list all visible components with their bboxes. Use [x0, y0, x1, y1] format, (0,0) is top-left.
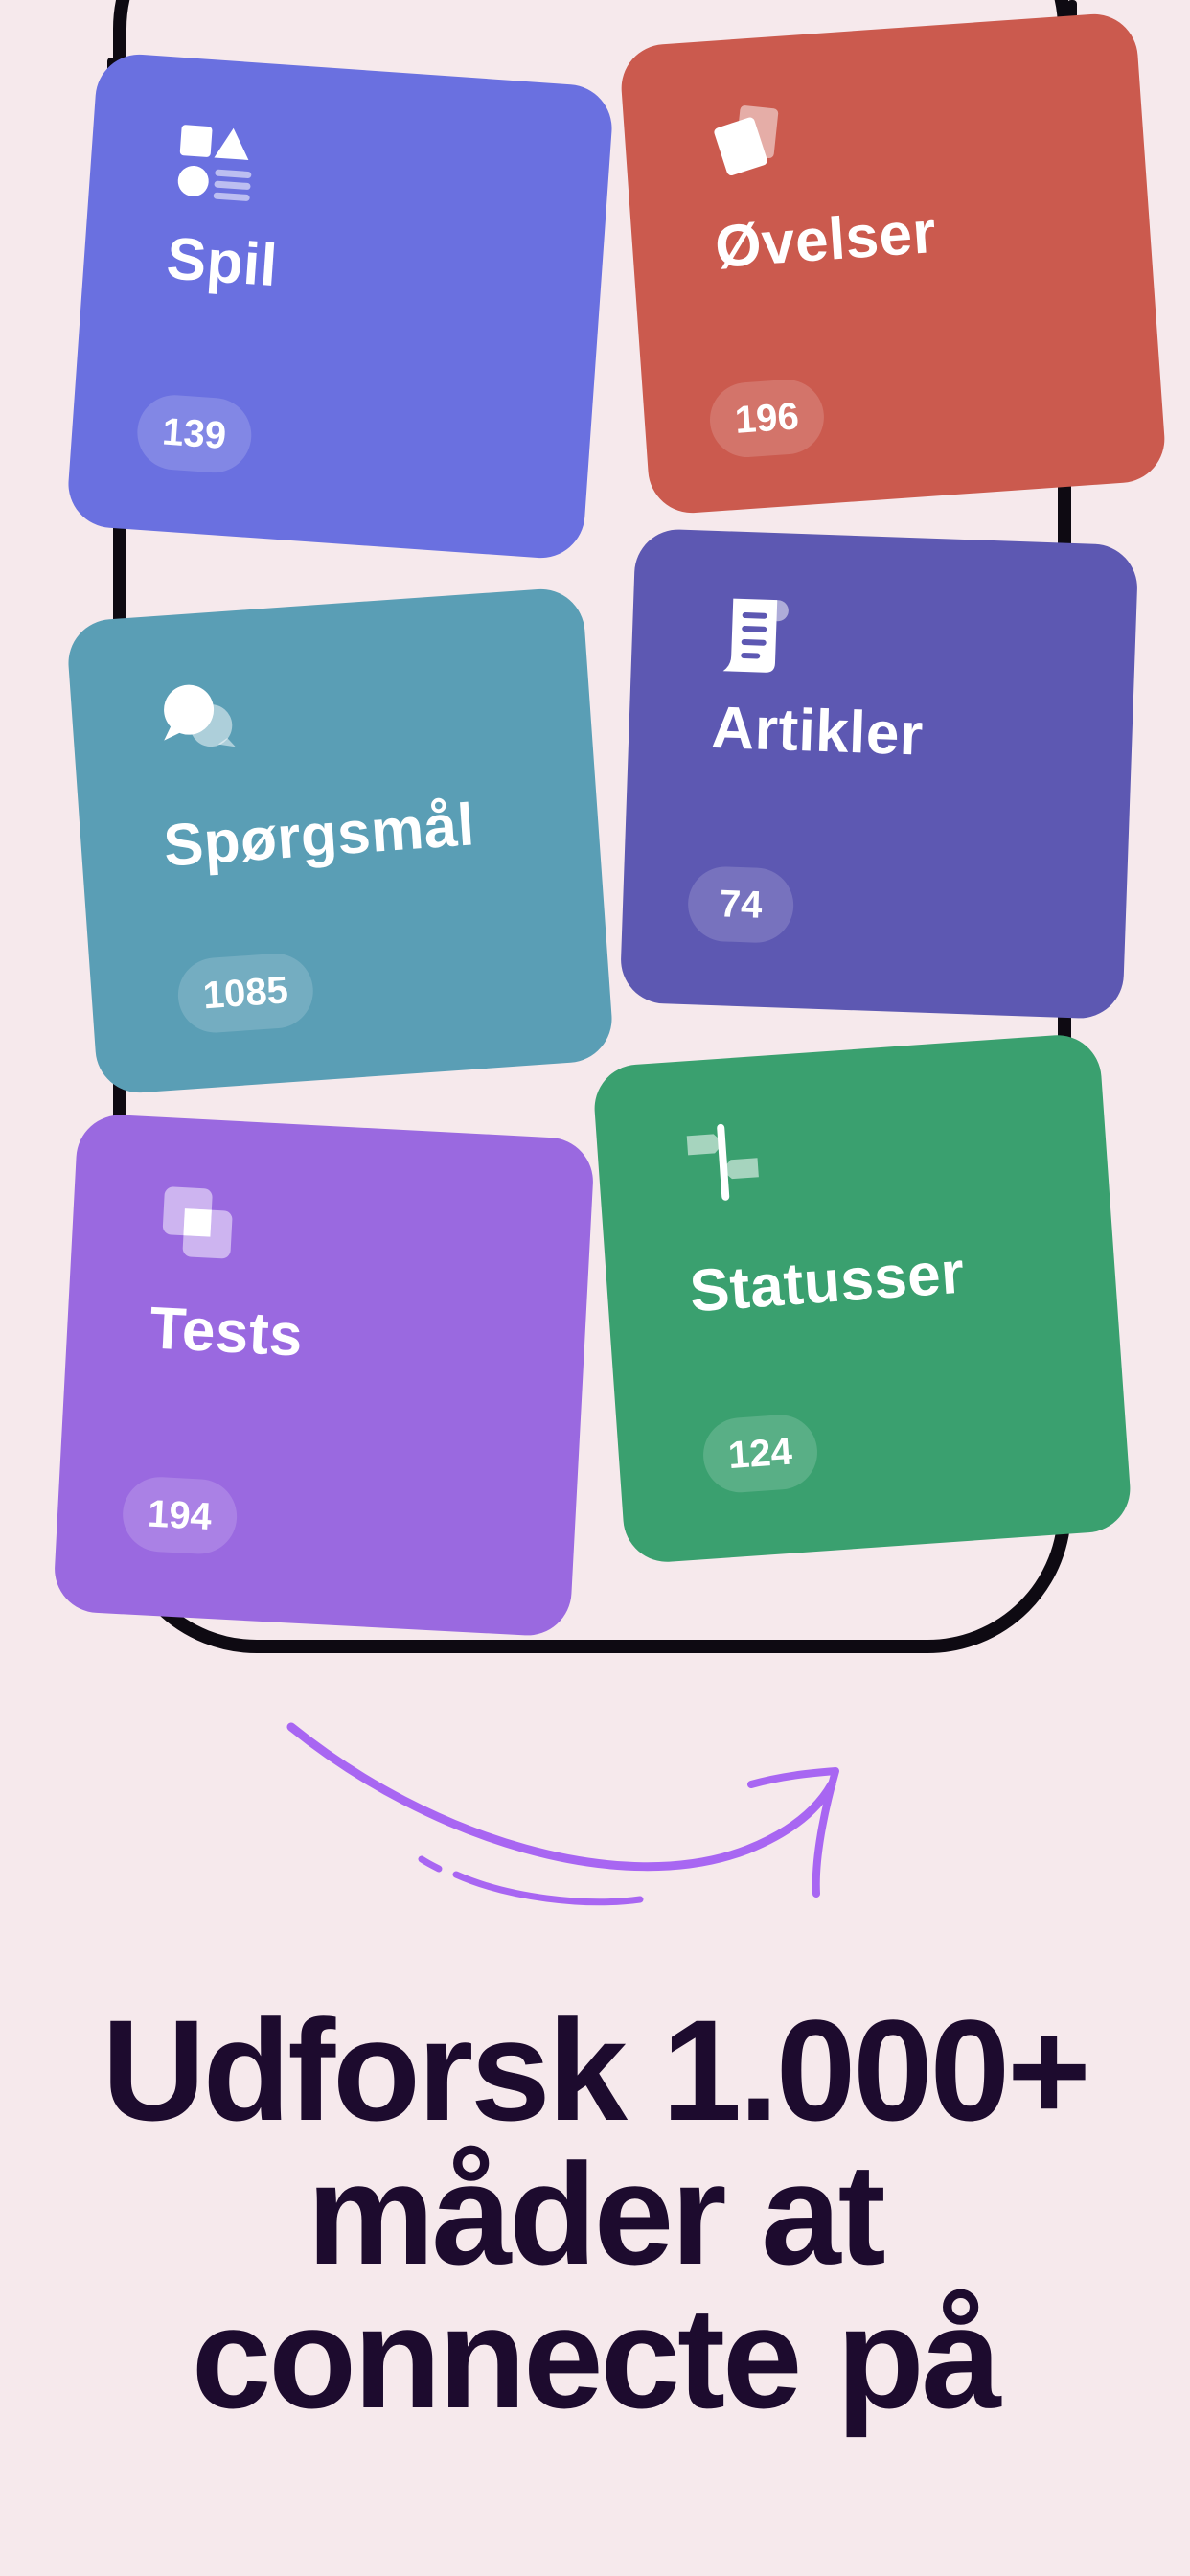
headline: Udforsk 1.000+ måder at connecte på [0, 1998, 1190, 2429]
overlapping-squares-icon [155, 1181, 240, 1265]
signpost-icon [680, 1119, 767, 1206]
category-card-statusser[interactable]: Statusser 124 [591, 1032, 1133, 1565]
count-badge: 74 [686, 865, 795, 944]
card-title: Spil [164, 225, 280, 300]
count-badge: 1085 [175, 951, 316, 1036]
headline-line: connecte på [191, 2277, 1001, 2438]
cards-icon [707, 99, 793, 185]
category-card-sporgsmal[interactable]: Spørgsmål 1085 [65, 586, 615, 1096]
curved-arrow-icon [286, 1722, 839, 1906]
headline-line: måder at [307, 2133, 885, 2294]
count-badge: 194 [121, 1475, 239, 1556]
card-title: Artikler [710, 694, 925, 769]
scroll-document-icon [716, 594, 799, 678]
category-card-tests[interactable]: Tests 194 [52, 1113, 596, 1638]
category-card-artikler[interactable]: Artikler 74 [619, 527, 1139, 1021]
shapes-icon [172, 121, 259, 207]
headline-line: Udforsk 1.000+ [102, 1990, 1090, 2150]
count-badge: 196 [707, 377, 827, 460]
card-title: Statusser [687, 1239, 967, 1325]
card-title: Øvelser [712, 198, 939, 281]
category-card-ovelser[interactable]: Øvelser 196 [618, 11, 1168, 517]
category-card-spil[interactable]: Spil 139 [65, 51, 615, 562]
count-badge: 124 [700, 1412, 820, 1495]
speech-bubbles-icon [154, 674, 240, 760]
count-badge: 139 [134, 392, 254, 475]
card-title: Tests [148, 1295, 305, 1369]
card-title: Spørgsmål [161, 792, 477, 880]
